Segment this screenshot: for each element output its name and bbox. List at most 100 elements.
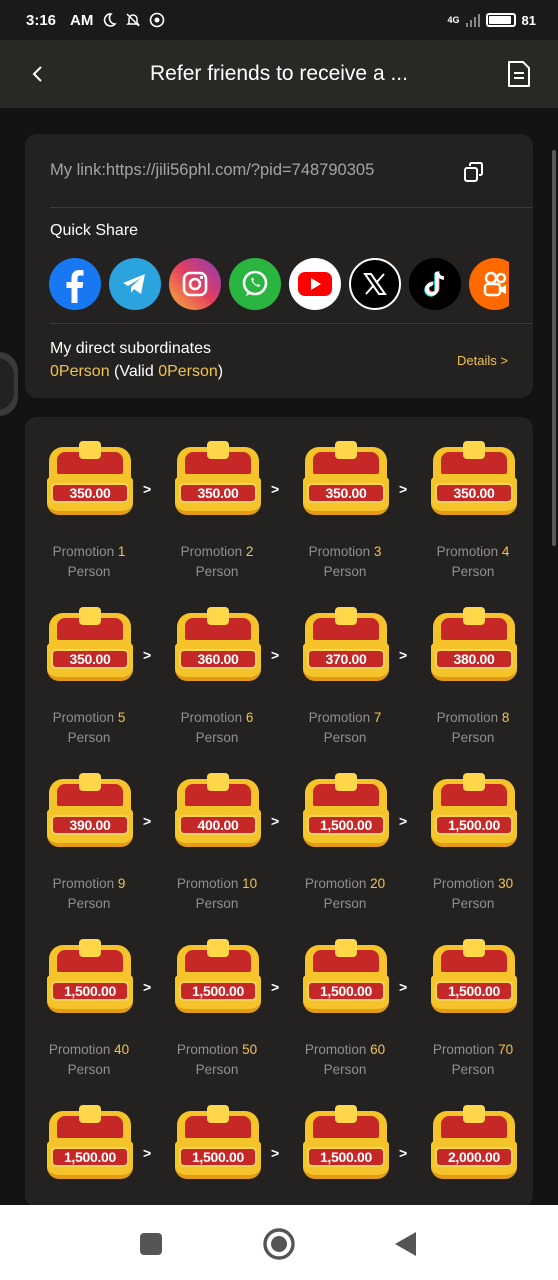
promotion-count: 10 [242,876,258,891]
person-label: Person [451,1062,495,1077]
promotion-label: Promotion [432,1042,499,1057]
tier-requirement: Promotion 9 Person [25,874,153,914]
reward-row: > > >390.00 Promotion 9 Person 400.00 Promotio… [25,749,533,911]
reward-tier[interactable]: 1,500.00 Promotion 70 Person [425,915,521,1077]
details-link[interactable]: Details > [457,353,508,368]
direct-count: 0Person [50,363,110,380]
tier-arrow: > [143,979,152,995]
floating-side-handle[interactable] [0,352,18,416]
tier-arrow: > [399,1145,408,1161]
reward-tier[interactable]: 400.00 Promotion 10 Person [169,749,265,911]
reward-row: > > >350.00 Promotion 5 Person 360.00 Promotio… [25,583,533,745]
tier-requirement: Promotion 7 Person [281,708,409,748]
treasure-chest-icon: 350.00 [47,607,133,683]
reward-row: > > >1,500.00 Promotion 40 Person 1,500.00 Pro… [25,915,533,1077]
reward-tier[interactable]: 350.00 Promotion 4 Person [425,417,521,579]
x-icon[interactable] [349,258,401,310]
promotion-label: Promotion [436,710,502,725]
back-nav-button[interactable] [392,1230,420,1258]
chrome-icon [150,12,165,28]
copy-link-button[interactable] [463,161,485,183]
reward-amount: 350.00 [179,483,257,503]
reward-tier[interactable]: 1,500.00 Promotion 20 Person [297,749,393,911]
reward-tier[interactable]: 1,500.00 Promotion 30 Person [425,749,521,911]
treasure-chest-icon: 1,500.00 [175,1105,261,1181]
promotion-count: 7 [373,710,382,725]
tier-arrow: > [271,647,280,663]
reward-tier[interactable]: 360.00 Promotion 6 Person [169,583,265,745]
divider [50,207,533,208]
system-navigation-bar [0,1205,558,1280]
reward-tier[interactable]: 1,500.00 [169,1081,265,1207]
reward-tier[interactable]: 350.00 Promotion 5 Person [41,583,137,745]
promotion-count: 1 [117,544,126,559]
tier-requirement: Promotion 8 Person [409,708,533,748]
recents-button[interactable] [137,1230,165,1258]
promotion-count: 30 [498,876,514,891]
promotion-label: Promotion [180,544,246,559]
kwai-icon[interactable] [469,258,509,310]
treasure-chest-icon: 350.00 [175,441,261,517]
reward-tier[interactable]: 1,500.00 Promotion 50 Person [169,915,265,1077]
reward-tier[interactable]: 2,000.00 [425,1081,521,1207]
reward-tier[interactable]: 1,500.00 [41,1081,137,1207]
telegram-icon[interactable] [109,258,161,310]
moon-icon [104,13,118,27]
referral-link[interactable]: My link:https://jili56phl.com/?pid=74879… [50,158,510,182]
reward-amount: 1,500.00 [51,1147,129,1167]
youtube-icon[interactable] [289,258,341,310]
person-label: Person [323,1062,367,1077]
tiktok-icon[interactable] [409,258,461,310]
reward-tier[interactable]: 380.00 Promotion 8 Person [425,583,521,745]
promotion-count: 50 [242,1042,258,1057]
person-label: Person [451,730,495,745]
status-time: 3:16 [26,11,57,29]
treasure-chest-icon: 2,000.00 [431,1105,517,1181]
reward-amount: 350.00 [307,483,385,503]
tier-requirement: Promotion 4 Person [409,542,533,582]
share-icons-row [49,258,509,310]
treasure-chest-icon: 350.00 [303,441,389,517]
reward-amount: 370.00 [307,649,385,669]
person-label: Person [195,896,239,911]
reward-tier[interactable]: 1,500.00 Promotion 60 Person [297,915,393,1077]
treasure-chest-icon: 1,500.00 [303,773,389,849]
scrollbar[interactable] [552,150,556,546]
reward-amount: 1,500.00 [307,1147,385,1167]
reward-tier[interactable]: 350.00 Promotion 2 Person [169,417,265,579]
app-header: Refer friends to receive a ... [0,40,558,108]
reward-amount: 350.00 [435,483,513,503]
reward-tier[interactable]: 1,500.00 [297,1081,393,1207]
tier-arrow: > [143,481,152,497]
rewards-card: > > >350.00 Promotion 1 Person 350.00 Promotio… [25,417,533,1207]
whatsapp-icon[interactable] [229,258,281,310]
reward-amount: 1,500.00 [435,815,513,835]
circle-icon [263,1228,295,1260]
home-button[interactable] [262,1227,296,1261]
valid-count: 0Person [158,363,218,380]
tier-requirement: Promotion 40 Person [25,1040,153,1080]
facebook-icon[interactable] [49,258,101,310]
network-type: 4G [447,15,460,25]
promotion-count: 60 [370,1042,386,1057]
copy-icon [464,162,483,182]
valid-prefix: (Valid [109,363,159,380]
promotion-count: 2 [245,544,254,559]
promotion-label: Promotion [48,1042,115,1057]
treasure-chest-icon: 350.00 [47,441,133,517]
reward-tier[interactable]: 390.00 Promotion 9 Person [41,749,137,911]
reward-tier[interactable]: 1,500.00 Promotion 40 Person [41,915,137,1077]
back-button[interactable] [24,60,52,88]
tier-arrow: > [271,1145,280,1161]
treasure-chest-icon: 1,500.00 [47,939,133,1015]
reward-tier[interactable]: 350.00 Promotion 3 Person [297,417,393,579]
instagram-icon[interactable] [169,258,221,310]
person-label: Person [195,1062,239,1077]
treasure-chest-icon: 390.00 [47,773,133,849]
reward-tier[interactable]: 370.00 Promotion 7 Person [297,583,393,745]
rules-button[interactable] [506,60,532,88]
reward-tier[interactable]: 350.00 Promotion 1 Person [41,417,137,579]
tier-requirement: Promotion 50 Person [153,1040,281,1080]
treasure-chest-icon: 380.00 [431,607,517,683]
promotion-label: Promotion [180,710,246,725]
